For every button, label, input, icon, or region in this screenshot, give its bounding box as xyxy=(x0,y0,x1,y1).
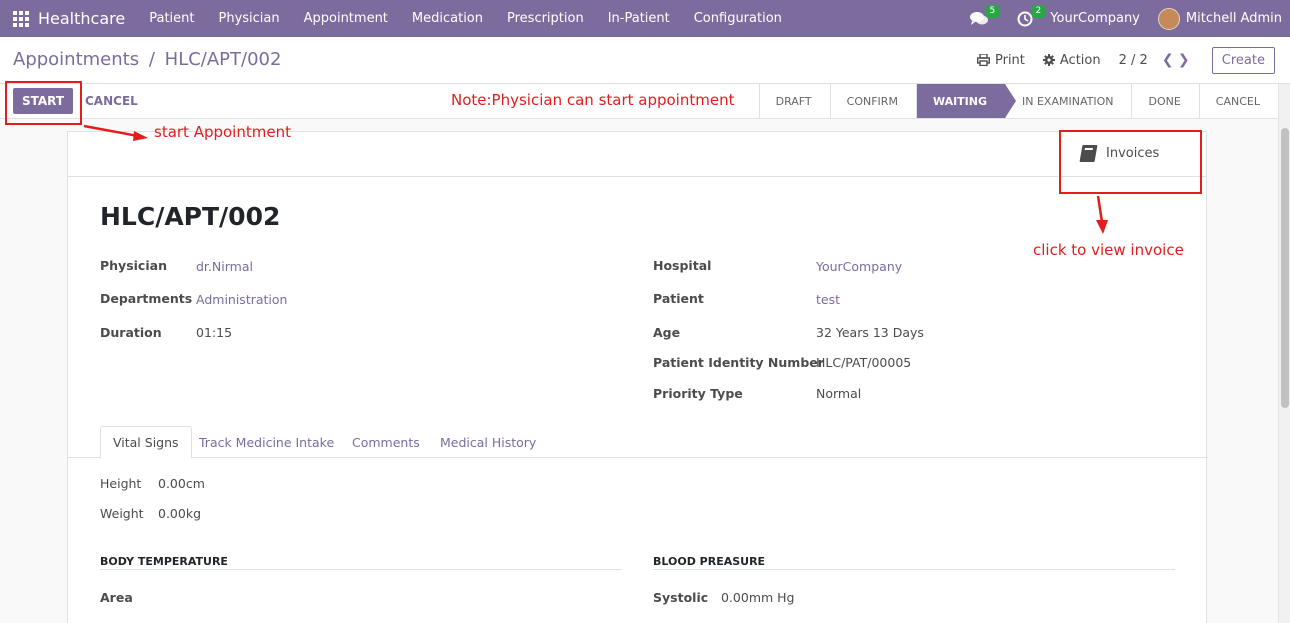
stage-in-examination[interactable]: IN EXAMINATION xyxy=(1005,84,1131,118)
annotation-start-highlight xyxy=(5,81,82,125)
tab-medical-history[interactable]: Medical History xyxy=(428,426,548,459)
menu-in-patient[interactable]: In-Patient xyxy=(596,0,682,37)
physician-label: Physician xyxy=(100,258,167,273)
print-label: Print xyxy=(994,52,1025,68)
hospital-field[interactable]: YourCompany xyxy=(816,259,902,274)
tab-vital-signs[interactable]: Vital Signs xyxy=(100,426,192,459)
stage-cancel[interactable]: CANCEL xyxy=(1198,84,1278,118)
priority-type-field[interactable]: Normal xyxy=(816,386,861,401)
blood-pressure-divider xyxy=(653,569,1175,570)
messages-icon[interactable]: 5 xyxy=(968,4,1000,30)
apps-menu-icon[interactable] xyxy=(4,0,38,37)
messages-count-badge: 5 xyxy=(985,4,1000,18)
annotation-note: Note:Physician can start appointment xyxy=(451,91,735,109)
app-brand[interactable]: Healthcare xyxy=(38,9,125,28)
menu-patient[interactable]: Patient xyxy=(137,0,206,37)
breadcrumb: Appointments / HLC/APT/002 xyxy=(13,49,281,70)
systolic-field[interactable]: 0.00mm Hg xyxy=(721,590,795,605)
pager-previous-icon[interactable]: ❮ xyxy=(1160,52,1176,68)
control-panel: Appointments / HLC/APT/002 Print Action … xyxy=(0,37,1290,84)
print-button[interactable]: Print xyxy=(976,52,1025,68)
tab-track-medicine-intake[interactable]: Track Medicine Intake xyxy=(187,426,346,459)
notebook-tabs: Vital Signs Track Medicine Intake Commen… xyxy=(68,424,1208,459)
age-label: Age xyxy=(653,325,681,340)
physician-field[interactable]: dr.Nirmal xyxy=(196,259,253,274)
create-button[interactable]: Create xyxy=(1211,46,1275,74)
patient-identity-label: Patient Identity Number xyxy=(653,355,824,370)
height-label: Height xyxy=(100,476,142,491)
form-sheet: Invoices HLC/APT/002 Physician dr.Nirmal… xyxy=(67,131,1208,623)
user-menu[interactable]: Mitchell Admin xyxy=(1186,11,1282,26)
menu-medication[interactable]: Medication xyxy=(400,0,495,37)
company-switcher[interactable]: YourCompany xyxy=(1050,11,1140,26)
pager-next-icon[interactable]: ❯ xyxy=(1176,52,1192,68)
stage-draft[interactable]: DRAFT xyxy=(758,84,830,118)
body-temperature-divider xyxy=(100,569,622,570)
duration-field[interactable]: 01:15 xyxy=(196,325,232,340)
departments-label: Departments xyxy=(100,291,193,306)
user-avatar[interactable] xyxy=(1157,7,1180,30)
breadcrumb-separator: / xyxy=(148,49,155,70)
annotation-invoice-hint: click to view invoice xyxy=(1033,241,1184,259)
patient-field[interactable]: test xyxy=(816,292,840,307)
stage-done[interactable]: DONE xyxy=(1131,84,1198,118)
action-label: Action xyxy=(1059,52,1101,68)
page-scrollbar[interactable] xyxy=(1278,84,1290,623)
duration-label: Duration xyxy=(100,325,162,340)
annotation-start-hint: start Appointment xyxy=(154,123,291,141)
menu-physician[interactable]: Physician xyxy=(206,0,291,37)
stage-confirm[interactable]: CONFIRM xyxy=(829,84,916,118)
gear-icon xyxy=(1042,54,1055,66)
weight-label: Weight xyxy=(100,506,144,521)
action-button[interactable]: Action xyxy=(1042,52,1101,68)
form-statusbar: START CANCEL Note:Physician can start ap… xyxy=(0,84,1278,119)
departments-field[interactable]: Administration xyxy=(196,292,287,307)
top-navbar: Healthcare Patient Physician Appointment… xyxy=(0,0,1290,37)
menu-appointment[interactable]: Appointment xyxy=(292,0,400,37)
tab-comments[interactable]: Comments xyxy=(340,426,432,459)
cancel-button[interactable]: CANCEL xyxy=(85,94,138,108)
blood-pressure-heading: BLOOD PREASURE xyxy=(653,555,766,568)
area-label: Area xyxy=(100,590,133,605)
printer-icon xyxy=(976,54,990,66)
systolic-label: Systolic xyxy=(653,590,709,605)
scrollbar-thumb[interactable] xyxy=(1281,128,1289,408)
hospital-label: Hospital xyxy=(653,258,712,273)
stage-pipeline: DRAFT CONFIRM WAITING IN EXAMINATION DON… xyxy=(758,84,1278,118)
menu-prescription[interactable]: Prescription xyxy=(495,0,596,37)
weight-field[interactable]: 0.00kg xyxy=(158,506,201,521)
patient-label: Patient xyxy=(653,291,704,306)
activities-count-badge: 2 xyxy=(1031,4,1046,18)
activities-clock-icon[interactable]: 2 xyxy=(1014,4,1046,30)
breadcrumb-current: HLC/APT/002 xyxy=(164,49,282,70)
annotation-invoices-highlight xyxy=(1059,130,1202,194)
stage-waiting[interactable]: WAITING xyxy=(915,84,1017,118)
breadcrumb-appointments-link[interactable]: Appointments xyxy=(13,49,139,70)
height-field[interactable]: 0.00cm xyxy=(158,476,205,491)
body-temperature-heading: BODY TEMPERATURE xyxy=(100,555,228,568)
priority-type-label: Priority Type xyxy=(653,386,743,401)
menu-configuration[interactable]: Configuration xyxy=(682,0,794,37)
pager-value[interactable]: 2 / 2 xyxy=(1119,53,1148,68)
record-title: HLC/APT/002 xyxy=(100,202,281,231)
patient-identity-field[interactable]: HLC/PAT/00005 xyxy=(816,355,911,370)
age-field[interactable]: 32 Years 13 Days xyxy=(816,325,924,340)
